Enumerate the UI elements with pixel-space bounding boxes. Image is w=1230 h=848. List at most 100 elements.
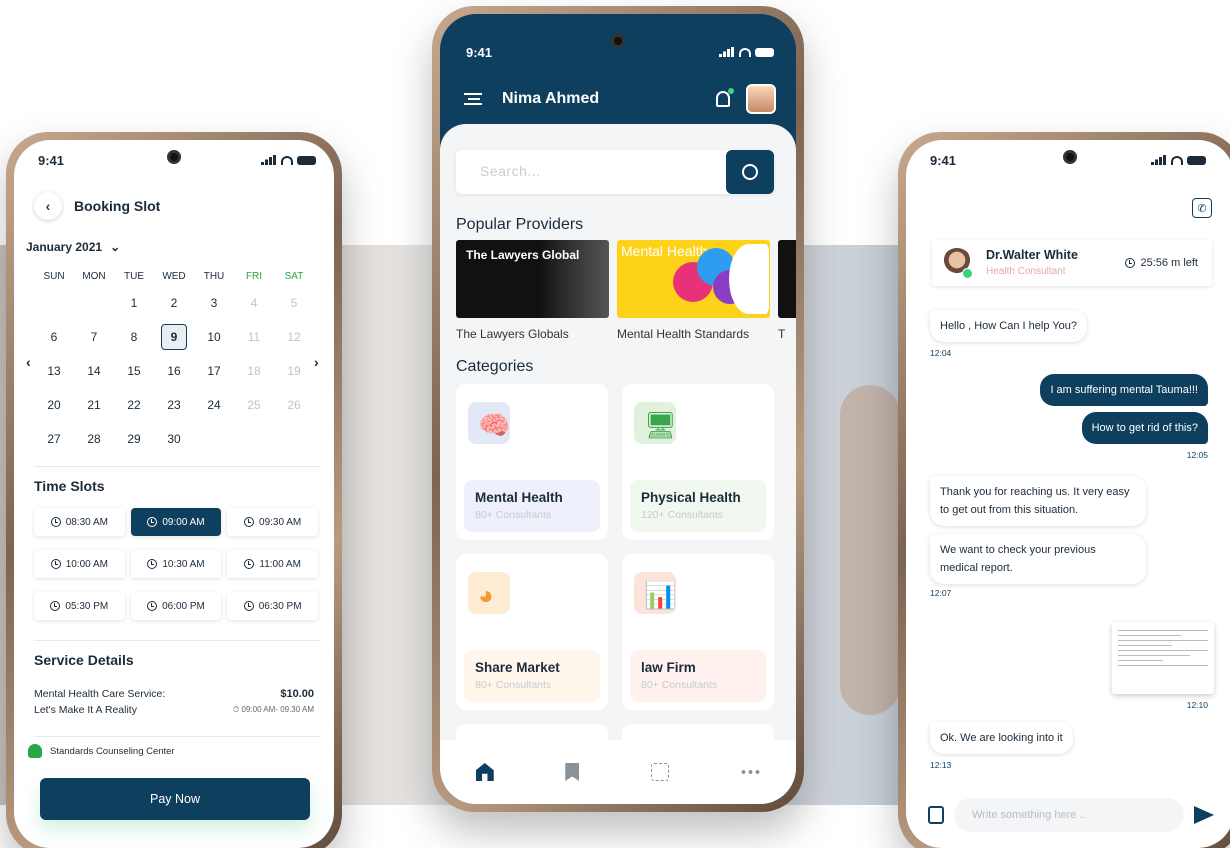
send-icon[interactable] [1194, 806, 1214, 824]
message-timestamp: 12:13 [930, 760, 952, 770]
service-price: $10.00 [280, 688, 314, 700]
weekday-label: TUE [124, 270, 144, 282]
calendar-day[interactable]: 26 [274, 398, 314, 412]
calendar-day[interactable]: 3 [194, 296, 234, 310]
clock-icon [243, 601, 254, 611]
calendar-day[interactable]: 14 [74, 364, 114, 378]
message-timestamp: 12:10 [1186, 700, 1208, 710]
calendar-day[interactable]: 24 [194, 398, 234, 412]
pay-now-button[interactable]: Pay Now [40, 778, 310, 820]
search-input[interactable]: Search... [480, 163, 541, 179]
search-button[interactable] [726, 150, 774, 194]
calendar-day[interactable]: 20 [34, 398, 74, 412]
booking-screen: 9:41 ‹ Booking Slot January 2021 ⌄ ‹ › S… [14, 140, 334, 848]
search-bar[interactable]: Search... [456, 150, 774, 194]
category-card[interactable]: ◕ Share Market 80+ Consultants [456, 554, 608, 710]
next-month-arrow-icon[interactable]: › [314, 354, 319, 370]
provider-logo: Mental Health [617, 240, 770, 318]
message-bubble-incoming: Thank you for reaching us. It very easy … [930, 476, 1146, 526]
time-slot-button[interactable]: 08:30 AM [34, 508, 125, 536]
calendar-day[interactable]: 16 [154, 364, 194, 378]
provider-card[interactable]: T [778, 240, 796, 341]
camera-icon [1063, 150, 1077, 164]
category-card[interactable]: 🧠 Mental Health 80+ Consultants [456, 384, 608, 540]
calendar-day[interactable]: 5 [274, 296, 314, 310]
category-card[interactable]: 📊 law Firm 80+ Consultants [622, 554, 774, 710]
calendar-day[interactable]: 22 [114, 398, 154, 412]
time-slot-button[interactable]: 06:30 PM [227, 592, 318, 620]
bell-icon[interactable] [716, 88, 734, 107]
clock-icon [50, 601, 61, 611]
chat-screen: 9:41 ✆ Dr.Walter White Health Consultant… [906, 140, 1230, 848]
weekday-label: SUN [43, 270, 65, 282]
calendar-week: 13 14 15 16 17 18 19 [34, 354, 314, 388]
image-attach-icon[interactable] [928, 806, 944, 824]
avatar[interactable] [746, 84, 776, 114]
calendar-day[interactable]: 23 [154, 398, 194, 412]
time-slot-button[interactable]: 05:30 PM [34, 592, 125, 620]
back-button[interactable]: ‹ [34, 192, 62, 220]
provider-card[interactable]: Mental Health Mental Health Standards [617, 240, 770, 341]
calendar-day[interactable]: 17 [194, 364, 234, 378]
message-input[interactable]: Write something here .. [954, 798, 1184, 832]
calendar-day[interactable]: 29 [114, 432, 154, 446]
calendar-day[interactable]: 28 [74, 432, 114, 446]
calendar-day-label: 25 [247, 398, 261, 412]
calendar-day[interactable]: 7 [74, 330, 114, 344]
provider-card[interactable]: The Lawyers Global The Lawyers Globals [456, 240, 609, 341]
booking-phone: 9:41 ‹ Booking Slot January 2021 ⌄ ‹ › S… [6, 132, 342, 848]
month-selector[interactable]: January 2021 ⌄ [26, 240, 120, 254]
time-slot-label: 09:00 AM [162, 516, 205, 528]
service-time: ⏱ 09:00 AM- 09.30 AM [233, 702, 314, 718]
calendar-day[interactable]: 1 [114, 296, 154, 310]
calendar-day[interactable]: 19 [274, 364, 314, 378]
calendar-day-selected[interactable]: 9 [154, 324, 194, 350]
calendar-day[interactable]: 13 [34, 364, 74, 378]
calendar-day[interactable]: 15 [114, 364, 154, 378]
time-slot-button[interactable]: 06:00 PM [130, 592, 222, 620]
time-slot-button[interactable]: 09:00 AM [130, 508, 222, 536]
calendar-day[interactable]: 4 [234, 296, 274, 310]
calendar-icon[interactable] [650, 763, 669, 781]
time-slot-button[interactable]: 10:00 AM [34, 550, 125, 578]
time-slot-button[interactable]: 10:30 AM [130, 550, 222, 578]
calendar-week: 6 7 8 9 10 11 12 [34, 320, 314, 354]
calendar-day[interactable]: 6 [34, 330, 74, 344]
timer-icon: ⏱ [233, 705, 240, 714]
menu-icon[interactable] [464, 93, 482, 105]
more-icon[interactable] [740, 770, 761, 774]
calendar-day[interactable]: 25 [234, 398, 274, 412]
calendar-day[interactable]: 18 [234, 364, 274, 378]
calendar-day-label: 7 [90, 330, 98, 344]
medical-report-attachment[interactable] [1112, 622, 1214, 694]
calendar-day-label: 11 [247, 330, 261, 344]
home-content: Search... Popular Providers The Lawyers … [440, 124, 796, 804]
provider-name: Mental Health Standards [617, 327, 750, 341]
time-slot-button[interactable]: 09:30 AM [227, 508, 318, 536]
message-timestamp: 12:05 [1186, 450, 1208, 460]
message-bubble-incoming: We want to check your previous medical r… [930, 534, 1146, 584]
category-label-box: Mental Health 80+ Consultants [464, 480, 600, 532]
time-slot-button[interactable]: 11:00 AM [227, 550, 318, 578]
calendar-day[interactable]: 11 [234, 330, 274, 344]
doctor-role: Health Consultant [986, 266, 1066, 277]
calendar-day[interactable]: 30 [154, 432, 194, 446]
calendar-day-label: 9 [161, 324, 187, 350]
time-slot-label: 10:00 AM [65, 558, 108, 570]
calendar-day[interactable]: 10 [194, 330, 234, 344]
bookmark-icon[interactable] [565, 763, 580, 781]
clock-icon [244, 559, 255, 569]
provider-carousel: The Lawyers Global The Lawyers Globals M… [456, 240, 796, 341]
search-icon [742, 164, 758, 180]
calendar-day[interactable]: 21 [74, 398, 114, 412]
category-card[interactable]: 🖥 Physical Health 120+ Consultants [622, 384, 774, 540]
calendar-day-label: 16 [167, 364, 181, 378]
home-icon[interactable] [475, 763, 494, 781]
phone-call-icon[interactable]: ✆ [1192, 198, 1212, 218]
calendar-day[interactable]: 27 [34, 432, 74, 446]
category-count: 80+ Consultants [475, 679, 552, 691]
prev-month-arrow-icon[interactable]: ‹ [26, 354, 31, 370]
calendar-day[interactable]: 8 [114, 330, 154, 344]
calendar-day[interactable]: 12 [274, 330, 314, 344]
calendar-day[interactable]: 2 [154, 296, 194, 310]
